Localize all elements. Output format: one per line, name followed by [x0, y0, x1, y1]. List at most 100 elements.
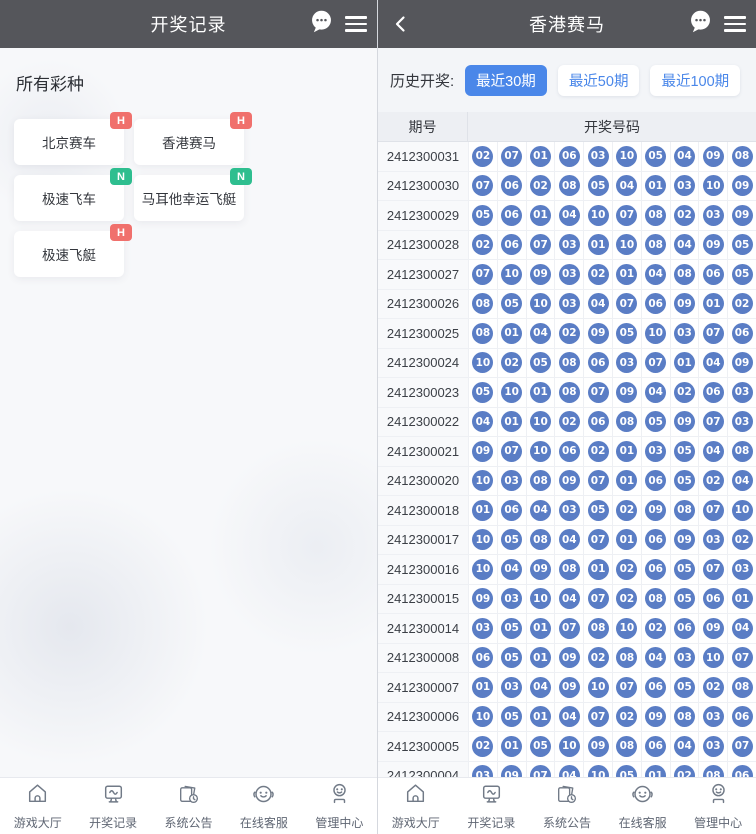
- result-ball: 07: [588, 382, 609, 403]
- number-cell: 10: [468, 349, 497, 378]
- number-cell: 08: [670, 703, 699, 732]
- nav-item-开奖记录[interactable]: 开奖记录: [75, 778, 150, 834]
- number-cell: 01: [698, 290, 727, 319]
- result-ball: 01: [588, 559, 609, 580]
- result-ball: 03: [501, 588, 522, 609]
- result-ball: 08: [703, 765, 724, 777]
- result-ball: 05: [674, 588, 695, 609]
- number-cell: 08: [468, 319, 497, 348]
- number-cell: 08: [526, 526, 555, 555]
- nav-item-系统公告[interactable]: 系统公告: [529, 778, 605, 834]
- game-card-grid: 北京赛车H香港赛马H极速飞车N马耳他幸运飞艇N极速飞艇H: [0, 119, 377, 277]
- results-table[interactable]: 2412300031020701060310050409082412300030…: [378, 142, 756, 777]
- result-ball: 05: [616, 765, 637, 777]
- result-ball: 10: [472, 706, 493, 727]
- number-cell: 06: [497, 231, 526, 260]
- nav-label: 管理中心: [315, 814, 363, 831]
- game-card-香港赛马[interactable]: 香港赛马H: [134, 119, 244, 165]
- menu-icon[interactable]: [345, 16, 367, 32]
- result-ball: 06: [703, 382, 724, 403]
- result-ball: 08: [732, 146, 753, 167]
- right-bottom-nav: 游戏大厅开奖记录系统公告在线客服管理中心: [378, 777, 756, 834]
- result-ball: 07: [732, 736, 753, 757]
- nav-item-游戏大厅[interactable]: 游戏大厅: [0, 778, 75, 834]
- result-ball: 02: [674, 382, 695, 403]
- number-cell: 02: [612, 496, 641, 525]
- number-cell: 07: [727, 732, 756, 761]
- issue-cell: 2412300014: [378, 614, 468, 643]
- nav-item-管理中心[interactable]: 管理中心: [680, 778, 756, 834]
- nav-item-在线客服[interactable]: 在线客服: [226, 778, 301, 834]
- nav-item-在线客服[interactable]: 在线客服: [605, 778, 681, 834]
- result-ball: 08: [645, 234, 666, 255]
- result-ball: 04: [530, 500, 551, 521]
- result-ball: 02: [732, 529, 753, 550]
- result-ball: 08: [559, 559, 580, 580]
- number-cell: 09: [526, 555, 555, 584]
- back-icon[interactable]: [384, 0, 418, 48]
- result-ball: 05: [501, 529, 522, 550]
- result-ball: 04: [616, 175, 637, 196]
- result-ball: 04: [472, 411, 493, 432]
- chat-icon[interactable]: [687, 8, 714, 40]
- result-ball: 03: [674, 323, 695, 344]
- number-cell: 01: [727, 585, 756, 614]
- game-card-马耳他幸运飞艇[interactable]: 马耳他幸运飞艇N: [134, 175, 244, 221]
- issue-cell: 2412300030: [378, 172, 468, 201]
- game-card-极速飞艇[interactable]: 极速飞艇H: [14, 231, 124, 277]
- nav-item-游戏大厅[interactable]: 游戏大厅: [378, 778, 454, 834]
- filter-button-最近30期[interactable]: 最近30期: [465, 65, 547, 96]
- number-cell: 07: [698, 319, 727, 348]
- game-badge: H: [110, 112, 132, 129]
- nav-item-管理中心[interactable]: 管理中心: [302, 778, 377, 834]
- result-ball: 07: [703, 411, 724, 432]
- result-ball: 07: [616, 205, 637, 226]
- number-cell: 03: [468, 762, 497, 778]
- result-ball: 07: [616, 677, 637, 698]
- number-cell: 01: [497, 319, 526, 348]
- result-ball: 07: [703, 500, 724, 521]
- table-row: 241230001403050107081002060904: [378, 614, 756, 644]
- issue-cell: 2412300006: [378, 703, 468, 732]
- result-ball: 01: [674, 352, 695, 373]
- nav-item-开奖记录[interactable]: 开奖记录: [454, 778, 530, 834]
- issue-cell: 2412300023: [378, 378, 468, 407]
- issue-cell: 2412300028: [378, 231, 468, 260]
- number-cell: 09: [670, 526, 699, 555]
- number-cell: 02: [641, 614, 670, 643]
- game-card-极速飞车[interactable]: 极速飞车N: [14, 175, 124, 221]
- number-cell: 01: [526, 703, 555, 732]
- issue-cell: 2412300021: [378, 437, 468, 466]
- number-cell: 08: [612, 644, 641, 673]
- number-cell: 09: [554, 644, 583, 673]
- lottery-list-body: 所有彩种 北京赛车H香港赛马H极速飞车N马耳他幸运飞艇N极速飞艇H: [0, 48, 377, 777]
- menu-icon[interactable]: [724, 16, 746, 32]
- number-cell: 04: [497, 555, 526, 584]
- chat-icon[interactable]: [308, 8, 335, 40]
- table-header: 期号 开奖号码: [378, 112, 756, 142]
- result-ball: 09: [559, 470, 580, 491]
- number-cell: 09: [727, 201, 756, 230]
- number-cell: 01: [612, 526, 641, 555]
- result-ball: 04: [530, 323, 551, 344]
- nav-item-系统公告[interactable]: 系统公告: [151, 778, 226, 834]
- result-ball: 06: [645, 559, 666, 580]
- result-ball: 09: [732, 175, 753, 196]
- game-card-北京赛车[interactable]: 北京赛车H: [14, 119, 124, 165]
- filter-button-最近50期[interactable]: 最近50期: [558, 65, 640, 96]
- number-cell: 07: [583, 378, 612, 407]
- result-ball: 10: [530, 588, 551, 609]
- page-title: 开奖记录: [151, 11, 227, 37]
- number-cell: 03: [497, 467, 526, 496]
- result-ball: 04: [559, 706, 580, 727]
- filter-button-最近100期[interactable]: 最近100期: [650, 65, 740, 96]
- result-ball: 01: [616, 264, 637, 285]
- nav-label: 系统公告: [543, 814, 591, 831]
- number-cell: 06: [698, 585, 727, 614]
- number-cell: 06: [554, 142, 583, 171]
- panel-lottery-list: 开奖记录 所有彩种 北京赛车H香港赛马H极速飞车N马耳他: [0, 0, 378, 834]
- number-cell: 04: [554, 762, 583, 778]
- game-card-label: 香港赛马: [158, 132, 220, 152]
- result-ball: 04: [588, 293, 609, 314]
- number-cell: 10: [497, 378, 526, 407]
